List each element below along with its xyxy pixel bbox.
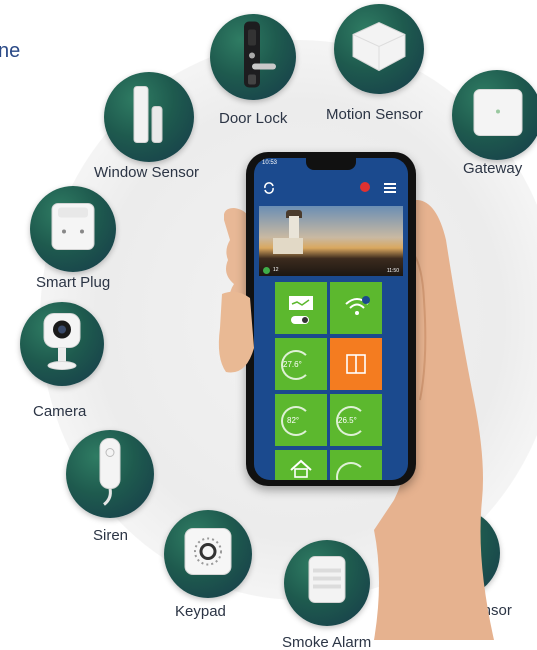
window-sensor-label: Window Sensor xyxy=(94,164,200,181)
gauge-icon xyxy=(336,462,366,480)
wifi-icon xyxy=(345,296,370,315)
keeper-house xyxy=(273,238,303,254)
tile-temperature-4[interactable] xyxy=(330,450,382,480)
door-lock-circle xyxy=(210,14,296,100)
tile-temperature-1[interactable]: 27.6° xyxy=(275,338,327,390)
phone: 10:53 12 11:50 27.6° 82° 26.5° xyxy=(246,152,416,486)
temperature-value: 27.6° xyxy=(283,360,302,369)
smart-plug-circle xyxy=(30,186,116,272)
heading-fragment: ne xyxy=(0,40,21,62)
status-time: 10:53 xyxy=(262,160,278,166)
thumb-illustration xyxy=(218,291,254,373)
app-top-bar xyxy=(254,172,408,204)
gateway-circle xyxy=(452,70,537,160)
tile-window[interactable] xyxy=(330,338,382,390)
gateway-label: Gateway xyxy=(463,160,523,177)
camera-timestamp: 11:50 xyxy=(386,268,399,274)
siren-icon xyxy=(90,437,130,512)
app-screen: 10:53 12 11:50 27.6° 82° 26.5° xyxy=(254,158,408,480)
sync-icon[interactable] xyxy=(262,181,276,195)
smart-plug-icon xyxy=(44,198,102,261)
tile-wifi[interactable] xyxy=(330,282,382,334)
smart-home-illustration: ne Door Lock Motion Sensor Gateway Windo… xyxy=(0,0,537,650)
door-lock-label: Door Lock xyxy=(219,110,288,127)
keypad-label: Keypad xyxy=(175,603,226,620)
door-lock-icon xyxy=(228,20,278,95)
siren-circle xyxy=(66,430,154,518)
window-sensor-icon xyxy=(124,83,174,152)
temperature-value: 82° xyxy=(287,416,300,425)
home-icon xyxy=(290,459,312,478)
camera-count: 12 xyxy=(273,267,279,273)
gateway-icon xyxy=(466,84,528,147)
camera-icon xyxy=(34,310,90,379)
window-sensor-circle xyxy=(104,72,194,162)
tile-home[interactable] xyxy=(275,450,327,480)
smart-plug-label: Smart Plug xyxy=(36,274,111,291)
tile-temperature-2[interactable]: 82° xyxy=(275,394,327,446)
phone-notch xyxy=(306,158,356,170)
alert-badge-icon[interactable] xyxy=(360,182,370,192)
thermostat-switch-icon xyxy=(289,296,313,324)
siren-label: Siren xyxy=(93,527,129,544)
motion-sensor-circle xyxy=(334,4,424,94)
camera-feed[interactable]: 12 11:50 xyxy=(259,206,403,276)
motion-sensor-label: Motion Sensor xyxy=(326,106,423,123)
temperature-value: 26.5° xyxy=(338,416,357,425)
tile-thermostat-control[interactable] xyxy=(275,282,327,334)
hamburger-menu-icon[interactable] xyxy=(384,183,396,195)
camera-circle xyxy=(20,302,104,386)
motion-sensor-icon xyxy=(347,17,411,82)
camera-label: Camera xyxy=(33,403,87,420)
camera-online-icon xyxy=(263,267,270,274)
window-icon xyxy=(346,354,366,374)
tile-temperature-3[interactable]: 26.5° xyxy=(330,394,382,446)
